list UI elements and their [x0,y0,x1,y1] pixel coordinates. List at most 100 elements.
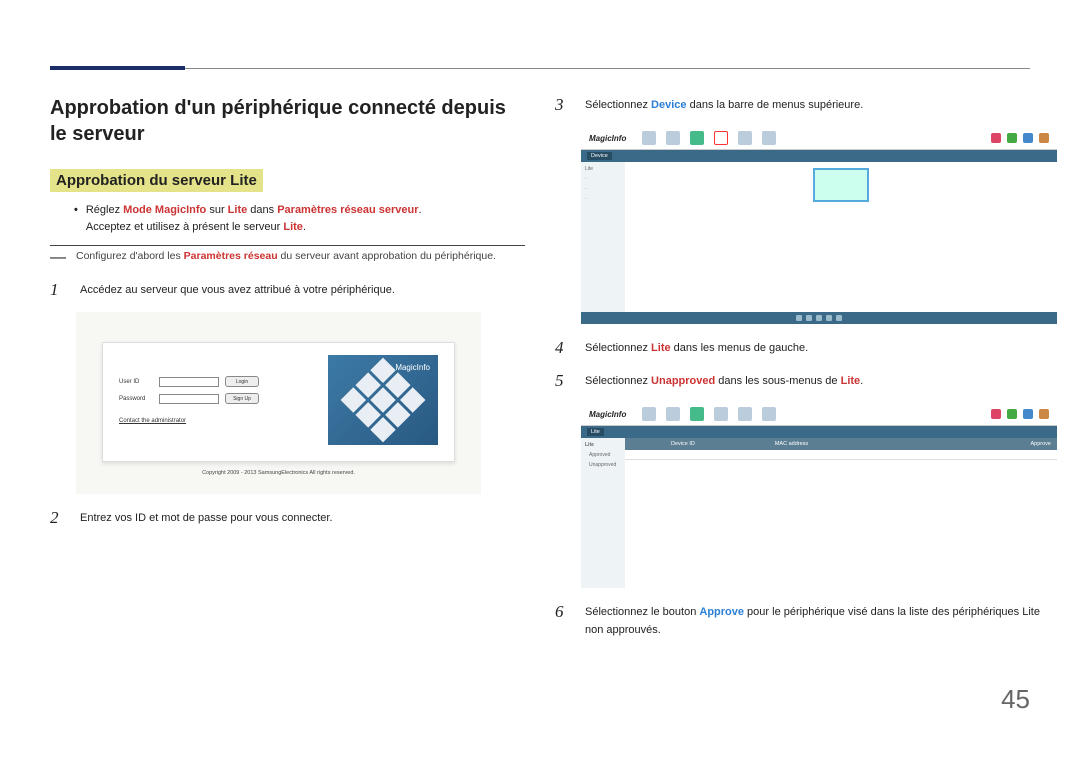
menu-icon[interactable] [714,407,728,421]
bullet-text: Réglez Mode MagicInfo sur Lite dans Para… [86,202,422,235]
menu-icon[interactable] [690,131,704,145]
pager-icon[interactable] [816,315,822,321]
login-form: User ID Login Password Sign Up Contact t… [119,376,310,424]
note-text: Configurez d'abord les Paramètres réseau… [76,250,525,262]
user-id-input[interactable] [159,377,219,387]
status-icon[interactable] [1007,409,1017,419]
menu-icon[interactable] [762,407,776,421]
pager-icon[interactable] [796,315,802,321]
lite-tabbar: Lite [581,426,1057,438]
sidebar-item[interactable]: · [585,186,621,192]
step-text: Entrez vos ID et mot de passe pour vous … [80,508,333,528]
header-accent [50,66,185,70]
lite-unapproved-screenshot: MagicInfo Lite [581,403,1057,588]
dash-tabbar: Device [581,150,1057,162]
menu-icon[interactable] [738,131,752,145]
dash-footer [581,312,1057,324]
status-icon[interactable] [1023,133,1033,143]
left-column: Approbation d'un périphérique connecté d… [50,95,525,651]
magicinfo-logo: MagicInfo [589,410,626,419]
device-dashboard-screenshot: MagicInfo Device [581,127,1057,324]
page-content: Approbation d'un périphérique connecté d… [50,95,1030,651]
sidebar-item-unapproved[interactable]: Unapproved [585,462,621,468]
step-1: 1 Accédez au serveur que vous avez attri… [50,280,525,300]
step-number: 5 [555,371,571,391]
header-rule [50,68,1030,69]
status-icon[interactable] [1039,133,1049,143]
step-text: Sélectionnez Lite dans les menus de gauc… [585,338,808,358]
status-icon[interactable] [1039,409,1049,419]
right-column: 3 Sélectionnez Device dans la barre de m… [555,95,1057,651]
magicinfo-logo: MagicInfo [589,134,626,143]
lite-tab[interactable]: Lite [587,428,604,436]
login-card: User ID Login Password Sign Up Contact t… [102,342,455,462]
sidebar-item[interactable]: · [585,196,621,202]
magicinfo-logo: MagicInfo [395,363,430,372]
step-5: 5 Sélectionnez Unapproved dans les sous-… [555,371,1057,391]
status-icon[interactable] [1023,409,1033,419]
step-text: Sélectionnez Device dans la barre de men… [585,95,863,115]
password-input[interactable] [159,394,219,404]
col-approve: Approve [1031,441,1052,447]
sidebar-item-lite[interactable]: Lite [585,442,621,448]
device-menu-icon[interactable] [714,131,728,145]
top-right-icons [991,133,1049,143]
note-row: ― Configurez d'abord les Paramètres rése… [50,245,525,266]
col-device-id: Device ID [671,441,695,447]
dash-topbar: MagicInfo [581,127,1057,150]
pager-icon[interactable] [806,315,812,321]
menu-icon[interactable] [666,407,680,421]
step-number: 3 [555,95,571,115]
login-branding: MagicInfo [328,355,438,445]
sidebar-item-lite[interactable]: Lite [585,166,621,172]
dash-sidebar: Lite · · · [581,162,625,312]
menu-icon[interactable] [738,407,752,421]
copyright-text: Copyright 2009 - 2013 SamsungElectronics… [102,470,455,476]
step-number: 6 [555,602,571,639]
device-thumbnail[interactable] [813,168,869,202]
status-icon[interactable] [991,409,1001,419]
menu-icon[interactable] [762,131,776,145]
login-button[interactable]: Login [225,376,259,387]
bullet-dot: • [74,202,78,235]
dash-main [625,162,1057,312]
sidebar-item-approved[interactable]: Approved [585,452,621,458]
dash-body: Lite · · · [581,162,1057,312]
table-header: Device ID MAC address Approve [625,438,1057,450]
menu-icon[interactable] [666,131,680,145]
top-menu-icons [642,131,776,145]
step-text: Sélectionnez le bouton Approve pour le p… [585,602,1057,639]
page-title: Approbation d'un périphérique connecté d… [50,95,525,147]
menu-icon[interactable] [642,407,656,421]
top-right-icons [991,409,1049,419]
step-2: 2 Entrez vos ID et mot de passe pour vou… [50,508,525,528]
step-4: 4 Sélectionnez Lite dans les menus de ga… [555,338,1057,358]
step-number: 2 [50,508,66,528]
section-subheading: Approbation du serveur Lite [50,169,263,192]
pager-icon[interactable] [836,315,842,321]
step-number: 1 [50,280,66,300]
label-password: Password [119,396,153,402]
contact-admin-link[interactable]: Contact the administrator [119,418,310,424]
step-number: 4 [555,338,571,358]
step-text: Sélectionnez Unapproved dans les sous-me… [585,371,863,391]
menu-icon[interactable] [690,407,704,421]
login-screenshot: User ID Login Password Sign Up Contact t… [76,312,481,494]
menu-icon[interactable] [642,131,656,145]
lite-topbar: MagicInfo [581,403,1057,426]
status-icon[interactable] [1007,133,1017,143]
note-dash: ― [50,250,66,266]
table-row[interactable] [625,450,1057,460]
top-menu-icons [642,407,776,421]
bullet-item: • Réglez Mode MagicInfo sur Lite dans Pa… [74,202,525,235]
status-icon[interactable] [991,133,1001,143]
device-tab[interactable]: Device [587,152,612,160]
page-number: 45 [1001,684,1030,715]
step-3: 3 Sélectionnez Device dans la barre de m… [555,95,1057,115]
signup-button[interactable]: Sign Up [225,393,259,404]
lite-main: Device ID MAC address Approve [625,438,1057,588]
step-6: 6 Sélectionnez le bouton Approve pour le… [555,602,1057,639]
sidebar-item[interactable]: · [585,176,621,182]
col-mac: MAC address [775,441,808,447]
pager-icon[interactable] [826,315,832,321]
